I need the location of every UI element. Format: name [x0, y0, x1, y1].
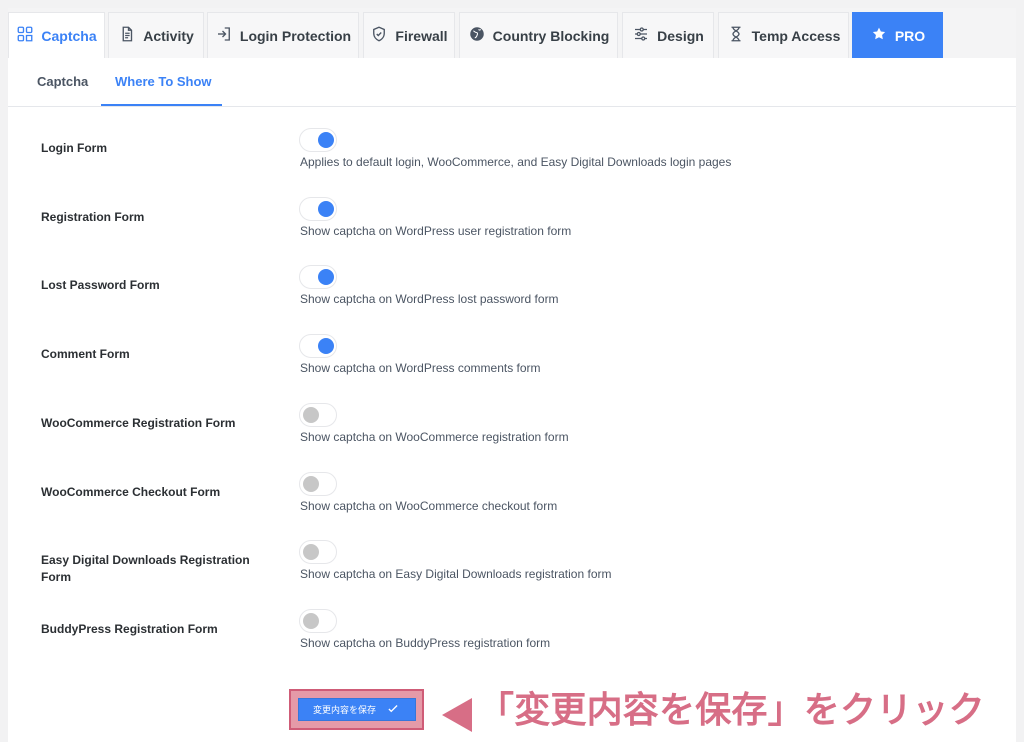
subtab-active-indicator [101, 104, 222, 106]
form-setting-comment: Comment Form Show captcha on WordPress c… [8, 334, 1016, 414]
lost-password-form-toggle[interactable] [299, 265, 337, 289]
setting-description: Show captcha on WordPress lost password … [300, 292, 559, 306]
setting-label: Registration Form [41, 210, 145, 224]
document-icon [118, 25, 136, 46]
hourglass-icon [727, 25, 745, 46]
tab-design[interactable]: Design [622, 12, 714, 58]
setting-label: WooCommerce Checkout Form [41, 485, 221, 499]
tab-label: Activity [143, 27, 194, 44]
save-button-highlight: 変更内容を保存 [289, 689, 424, 730]
captcha-icon [16, 25, 34, 46]
form-setting-buddypress-registration: BuddyPress Registration Form Show captch… [8, 609, 1016, 689]
plugin-settings-frame: Captcha Activity Login Protection Firewa… [8, 8, 1016, 742]
toggle-knob [318, 132, 334, 148]
comment-form-toggle[interactable] [299, 334, 337, 358]
setting-description: Applies to default login, WooCommerce, a… [300, 155, 732, 169]
save-instruction-annotation: 「変更内容を保存」をクリック [478, 689, 985, 730]
tab-label: Country Blocking [492, 27, 610, 44]
subtab-bar: Captcha Where To Show [8, 58, 1016, 107]
form-setting-lost-password: Lost Password Form Show captcha on WordP… [8, 265, 1016, 345]
setting-label: WooCommerce Registration Form [41, 416, 236, 430]
setting-label: Lost Password Form [41, 278, 160, 292]
arrow-left-icon [442, 698, 472, 732]
tab-label: Temp Access [751, 27, 841, 44]
form-setting-registration: Registration Form Show captcha on WordPr… [8, 197, 1016, 277]
subtab-captcha[interactable]: Captcha [37, 74, 88, 89]
save-button-label: 変更内容を保存 [312, 705, 376, 715]
setting-label: Comment Form [41, 347, 130, 361]
shield-icon [370, 25, 388, 46]
tab-label: Design [657, 27, 704, 44]
setting-description: Show captcha on WooCommerce checkout for… [300, 499, 558, 513]
tab-label: Captcha [41, 27, 97, 44]
form-setting-edd-registration: Easy Digital Downloads Registration Form… [8, 540, 1016, 620]
setting-description: Show captcha on WordPress comments form [300, 361, 541, 375]
star-icon [870, 25, 888, 46]
setting-label: BuddyPress Registration Form [41, 622, 218, 636]
tab-login-protection[interactable]: Login Protection [207, 12, 359, 58]
form-setting-login: Login Form Applies to default login, Woo… [8, 128, 1016, 208]
toggle-knob [318, 269, 334, 285]
tab-label: Firewall [395, 27, 448, 44]
globe-icon [468, 25, 486, 46]
subtab-where-to-show[interactable]: Where To Show [115, 74, 212, 89]
woocommerce-registration-form-toggle[interactable] [299, 403, 337, 427]
setting-description: Show captcha on Easy Digital Downloads r… [300, 567, 612, 581]
form-setting-woocommerce-checkout: WooCommerce Checkout Form Show captcha o… [8, 472, 1016, 552]
main-tab-bar: Captcha Activity Login Protection Firewa… [8, 8, 1016, 59]
setting-label: Easy Digital Downloads Registration Form [41, 553, 250, 584]
tab-activity[interactable]: Activity [108, 12, 204, 58]
toggle-knob [318, 201, 334, 217]
toggle-knob [303, 613, 319, 629]
tab-label: PRO [894, 27, 926, 44]
buddypress-registration-form-toggle[interactable] [299, 609, 337, 633]
tab-temp-access[interactable]: Temp Access [718, 12, 849, 58]
tab-pro[interactable]: PRO [852, 12, 943, 58]
toggle-knob [303, 476, 319, 492]
setting-description: Show captcha on WordPress user registrat… [300, 224, 572, 238]
edd-registration-form-toggle[interactable] [299, 540, 337, 564]
check-icon [386, 702, 400, 718]
tab-label: Login Protection [239, 27, 352, 44]
woocommerce-checkout-form-toggle[interactable] [299, 472, 337, 496]
setting-description: Show captcha on WooCommerce registration… [300, 430, 569, 444]
login-icon [215, 25, 233, 46]
registration-form-toggle[interactable] [299, 197, 337, 221]
tab-firewall[interactable]: Firewall [363, 12, 455, 58]
toggle-knob [303, 407, 319, 423]
tab-captcha[interactable]: Captcha [8, 12, 105, 58]
form-setting-woocommerce-registration: WooCommerce Registration Form Show captc… [8, 403, 1016, 483]
tab-country-blocking[interactable]: Country Blocking [459, 12, 618, 58]
setting-description: Show captcha on BuddyPress registration … [300, 636, 551, 650]
sliders-icon [632, 25, 650, 46]
toggle-knob [318, 338, 334, 354]
setting-label: Login Form [41, 141, 107, 155]
login-form-toggle[interactable] [299, 128, 337, 152]
toggle-knob [303, 544, 319, 560]
save-changes-button[interactable]: 変更内容を保存 [297, 698, 416, 721]
